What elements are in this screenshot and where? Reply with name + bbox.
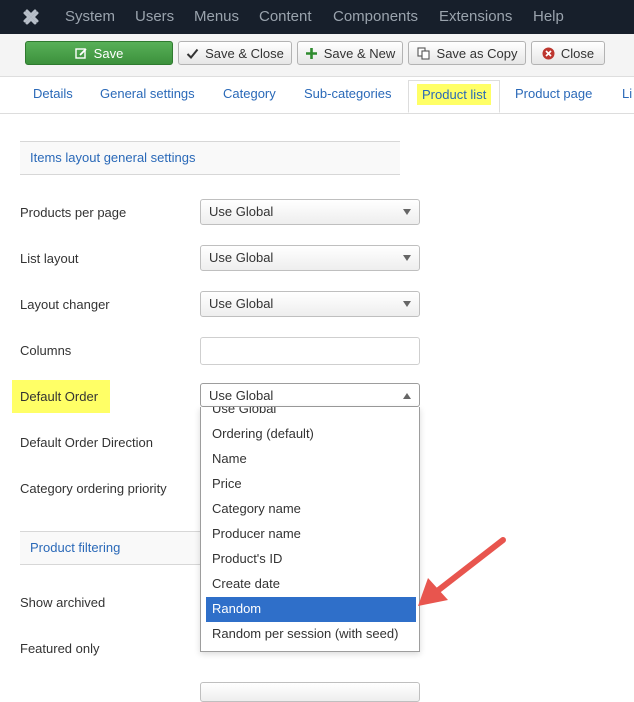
nav-system[interactable]: System (65, 0, 115, 34)
category-ordering-priority-label: Category ordering priority (20, 481, 167, 496)
save-close-label: Save & Close (205, 45, 284, 61)
option-producer-name[interactable]: Producer name (206, 522, 416, 547)
nav-users[interactable]: Users (135, 0, 174, 34)
products-per-page-select[interactable]: Use Global (200, 199, 420, 225)
columns-input[interactable] (200, 337, 420, 365)
save-close-button[interactable]: Save & Close (178, 41, 292, 65)
chevron-down-icon (403, 255, 411, 261)
close-icon (542, 47, 555, 59)
chevron-down-icon (403, 301, 411, 307)
chevron-up-icon (403, 393, 411, 399)
save-label: Save (93, 45, 124, 61)
toolbar: Save Save & Close Save & New Save as Cop… (0, 34, 634, 77)
save-copy-button[interactable]: Save as Copy (408, 41, 526, 65)
tab-product-list-label: Product list (417, 84, 492, 105)
nav-help[interactable]: Help (533, 0, 564, 34)
next-field-select[interactable] (200, 682, 420, 702)
close-button[interactable]: Close (531, 41, 605, 65)
default-order-dropdown: Use Global Ordering (default) Name Price… (200, 407, 420, 652)
option-random[interactable]: Random (206, 597, 416, 622)
layout-changer-select[interactable]: Use Global (200, 291, 420, 317)
layout-changer-label: Layout changer (20, 297, 110, 312)
save-button[interactable]: Save (25, 41, 173, 65)
save-new-button[interactable]: Save & New (297, 41, 403, 65)
plus-icon (305, 47, 317, 59)
products-per-page-label: Products per page (20, 205, 127, 220)
list-layout-select[interactable]: Use Global (200, 245, 420, 271)
layout-changer-value: Use Global (209, 296, 274, 311)
tab-sub-categories[interactable]: Sub-categories (304, 86, 391, 101)
option-category-name[interactable]: Category name (206, 497, 416, 522)
featured-only-label: Featured only (20, 641, 100, 656)
tab-bar: Details General settings Category Sub-ca… (0, 76, 634, 114)
default-order-label: Default Order (12, 380, 111, 413)
option-name[interactable]: Name (206, 447, 416, 472)
save-copy-label: Save as Copy (436, 45, 518, 61)
products-per-page-value: Use Global (209, 204, 274, 219)
nav-components[interactable]: Components (333, 0, 418, 34)
tab-details[interactable]: Details (33, 86, 73, 101)
option-use-global[interactable]: Use Global (206, 407, 416, 422)
list-layout-label: List layout (20, 251, 79, 266)
nav-content[interactable]: Content (259, 0, 312, 34)
list-layout-value: Use Global (209, 250, 274, 265)
top-navbar: System Users Menus Content Components Ex… (0, 0, 634, 34)
edit-icon (74, 47, 87, 59)
tab-product-page[interactable]: Product page (515, 86, 592, 101)
checkmark-icon (186, 48, 199, 59)
chevron-down-icon (403, 209, 411, 215)
tab-general-settings[interactable]: General settings (100, 86, 195, 101)
copy-icon (416, 46, 430, 60)
save-new-label: Save & New (323, 45, 396, 61)
tab-more[interactable]: Li (622, 86, 632, 101)
option-create-date[interactable]: Create date (206, 572, 416, 597)
option-price[interactable]: Price (206, 472, 416, 497)
default-order-select[interactable]: Use Global (200, 383, 420, 407)
tab-product-list[interactable]: Product list (408, 80, 501, 113)
close-label: Close (560, 45, 595, 61)
columns-label: Columns (20, 343, 72, 358)
items-layout-legend: Items layout general settings (20, 141, 400, 175)
default-order-direction-label: Default Order Direction (20, 435, 153, 450)
nav-menus[interactable]: Menus (194, 0, 239, 34)
joomla-logo-icon[interactable] (20, 6, 42, 28)
product-filtering-legend: Product filtering (20, 531, 200, 565)
nav-extensions[interactable]: Extensions (439, 0, 512, 34)
default-order-value: Use Global (209, 388, 274, 403)
option-product-id[interactable]: Product's ID (206, 547, 416, 572)
show-archived-label: Show archived (20, 595, 106, 610)
option-ordering-default[interactable]: Ordering (default) (206, 422, 416, 447)
option-random-per-session[interactable]: Random per session (with seed) (206, 622, 416, 647)
tab-category[interactable]: Category (223, 86, 276, 101)
